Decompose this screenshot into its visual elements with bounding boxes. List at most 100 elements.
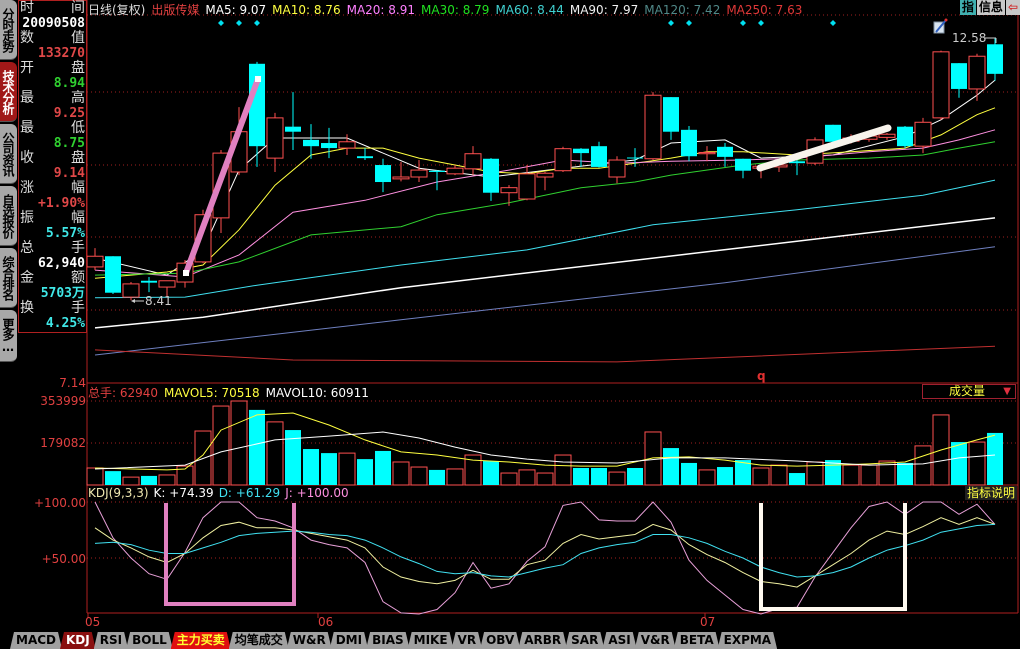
mavol5-label: MAVOL5: 70518 [164, 386, 260, 400]
volume-bar [249, 409, 265, 485]
indicator-tab[interactable]: ASI [602, 632, 636, 649]
info-row: 最低 8.75 [19, 121, 86, 152]
candle-body [158, 280, 176, 288]
candle-body [141, 280, 157, 283]
volume-bar [752, 467, 770, 486]
indicator-tab[interactable]: ARBR [518, 632, 567, 649]
side-tab-4[interactable]: 综合排名 [0, 248, 17, 308]
signal-diamond [686, 20, 692, 26]
kdj-k-value: K: +74.39 [153, 486, 214, 500]
volume-bar [698, 469, 716, 486]
candle-body [483, 158, 499, 193]
indicator-tab[interactable]: MIKE [408, 632, 454, 649]
candle-body [446, 167, 464, 175]
volume-bar [321, 453, 337, 485]
candle-body [554, 148, 572, 172]
drawn-trendline-white[interactable] [756, 124, 892, 172]
quote-info-panel: 时间 20090508 数值 133270 开盘 8.94 最高 9.25 最低 8.75 收盘 9.… [18, 0, 87, 333]
mavol5-line [94, 412, 996, 471]
info-label-left: 收 [20, 150, 34, 166]
indicator-help-button[interactable]: 指标说明 [965, 486, 1018, 500]
signal-diamond [668, 20, 674, 26]
kdj-name: KDJ(9,3,3) [88, 486, 149, 500]
volume-axis-mid: 179082 [40, 436, 86, 450]
mavol10-line [94, 431, 996, 470]
candle-body [608, 159, 626, 178]
pencil-icon[interactable] [933, 18, 948, 34]
indicator-tab[interactable]: BIAS [366, 632, 410, 649]
indicator-tab[interactable]: W&R [287, 632, 332, 649]
candle-body [303, 139, 319, 147]
side-tab-2[interactable]: 公司资讯 [0, 124, 17, 184]
indicator-tab[interactable]: VR [452, 632, 483, 649]
volume-indicator-dropdown[interactable]: 成交量 ▼ [922, 384, 1016, 399]
indicator-tab[interactable]: V&R [635, 632, 676, 649]
volume-bar [122, 476, 140, 486]
volume-bar [392, 461, 410, 486]
info-label: 金额 [19, 271, 86, 286]
period-label[interactable]: 日线(复权) [88, 3, 145, 17]
info-label-right: 手 [71, 240, 85, 256]
indicator-tab[interactable]: BETA [674, 632, 720, 649]
indicator-tab[interactable]: 主力买卖 [171, 632, 231, 649]
volume-bar [483, 461, 499, 485]
volume-bar [897, 462, 913, 485]
volume-bar [591, 467, 607, 485]
side-tab-3[interactable]: 自选报价 [0, 186, 17, 246]
volume-bar [500, 472, 518, 486]
indicator-tab[interactable]: MACD [10, 632, 62, 649]
indicator-tab[interactable]: RSI [94, 632, 128, 649]
candle-body [338, 141, 356, 149]
side-tab-5[interactable]: 更多… [0, 310, 17, 362]
info-label-left: 最 [20, 120, 34, 136]
candle-body [375, 165, 391, 183]
signal-diamond [254, 20, 260, 26]
volume-bar [212, 405, 230, 486]
kdj-header: KDJ(9,3,3) K: +74.39 D: +61.29 J: +100.00 [88, 486, 354, 500]
side-tab-1[interactable]: 技术分析 [0, 62, 17, 122]
indicator-tab[interactable]: KDJ [60, 632, 96, 649]
candle-body [500, 187, 518, 194]
ma90-line [94, 217, 996, 329]
candle-body [897, 126, 913, 147]
info-value: 4.25% [45, 316, 85, 331]
chevron-down-icon: ▼ [1003, 386, 1011, 397]
candle-body [86, 255, 104, 268]
info-value: 62,940 [38, 256, 85, 271]
volume-bar [554, 454, 572, 486]
indicator-tab[interactable]: OBV [480, 632, 520, 649]
volume-bar [86, 467, 104, 486]
candle-body [735, 158, 751, 171]
indicator-tab[interactable]: DMI [330, 632, 368, 649]
info-row: 振幅 5.57% [19, 211, 86, 242]
info-label: 最低 [19, 121, 86, 136]
indicator-button[interactable]: 指 [959, 0, 976, 15]
info-value: 8.94 [53, 76, 85, 91]
info-label: 数值 [19, 31, 86, 46]
ma-label: MA250: 7.63 [726, 3, 803, 17]
indicator-tab[interactable]: 均笔成交 [229, 632, 289, 649]
volume-bar [789, 473, 805, 485]
side-tab-0[interactable]: 分时走势 [0, 0, 17, 60]
candle-body [627, 157, 643, 159]
ma-label: MA10: 8.76 [272, 3, 341, 17]
info-row: 总手 62,940 [19, 240, 86, 272]
volume-bar [266, 421, 284, 486]
ma120-line [94, 246, 996, 356]
info-label-right: 手 [71, 300, 85, 316]
volume-bar [860, 464, 878, 486]
candle-body [429, 170, 445, 172]
x-label-07: 07 [700, 615, 716, 629]
info-label-right: 幅 [71, 180, 85, 196]
chart-canvas[interactable] [0, 0, 1020, 649]
indicator-tab[interactable]: EXPMA [718, 632, 777, 649]
indicator-tab[interactable]: BOLL [126, 632, 173, 649]
high-price-tag: 12.58 [952, 31, 987, 45]
exit-icon[interactable]: ⇦ [1005, 0, 1020, 15]
candle-body [392, 176, 410, 180]
info-label-right: 间 [71, 0, 85, 16]
info-button[interactable]: 信息 [976, 0, 1005, 15]
indicator-tab[interactable]: SAR [565, 632, 604, 649]
info-row: 收盘 9.14 [19, 150, 86, 182]
drawn-bracket-white[interactable] [759, 503, 907, 611]
